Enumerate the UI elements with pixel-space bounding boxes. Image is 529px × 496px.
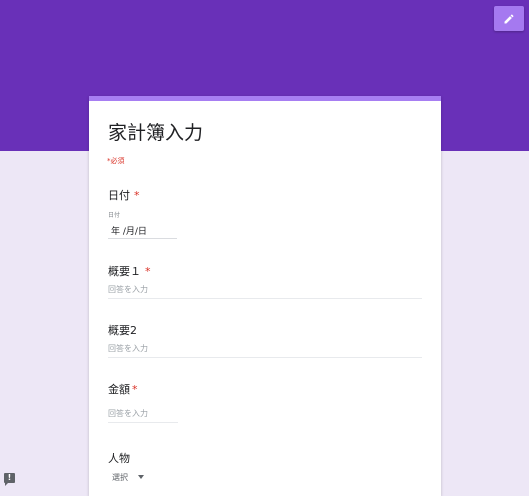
feedback-icon[interactable]: ! [4,473,15,486]
form-card: 家計簿入力 *必須 日付 * 日付 年 /月/日 概要１ * 回答を入力 概要2 回… [89,96,441,496]
chevron-down-icon [138,475,144,479]
question-label-amount-text: 金額 [108,383,130,396]
summary2-input[interactable]: 回答を入力 [108,343,422,358]
pencil-icon [504,13,514,23]
required-star: * [145,265,151,278]
date-input[interactable]: 年 /月/日 [108,224,177,239]
question-label-date-text: 日付 [108,189,130,202]
form-title: 家計簿入力 [108,122,204,144]
question-label-summary1: 概要１ * [108,263,151,279]
amount-input[interactable]: 回答を入力 [108,408,178,423]
required-star: * [134,189,140,202]
question-label-person: 人物 [108,452,130,465]
date-field-caption: 日付 [108,212,121,219]
edit-theme-button[interactable] [494,6,524,31]
required-note: *必須 [107,157,125,165]
summary1-input[interactable]: 回答を入力 [108,284,422,299]
card-accent-bar [89,96,441,101]
question-label-amount: 金額 * [108,381,138,397]
person-select[interactable]: 選択 [112,470,158,484]
question-label-summary2: 概要2 [108,324,137,337]
question-label-date: 日付 * [108,187,140,203]
required-star: * [132,383,138,396]
person-select-value: 選択 [112,472,128,482]
question-label-summary1-text: 概要１ [108,265,141,278]
